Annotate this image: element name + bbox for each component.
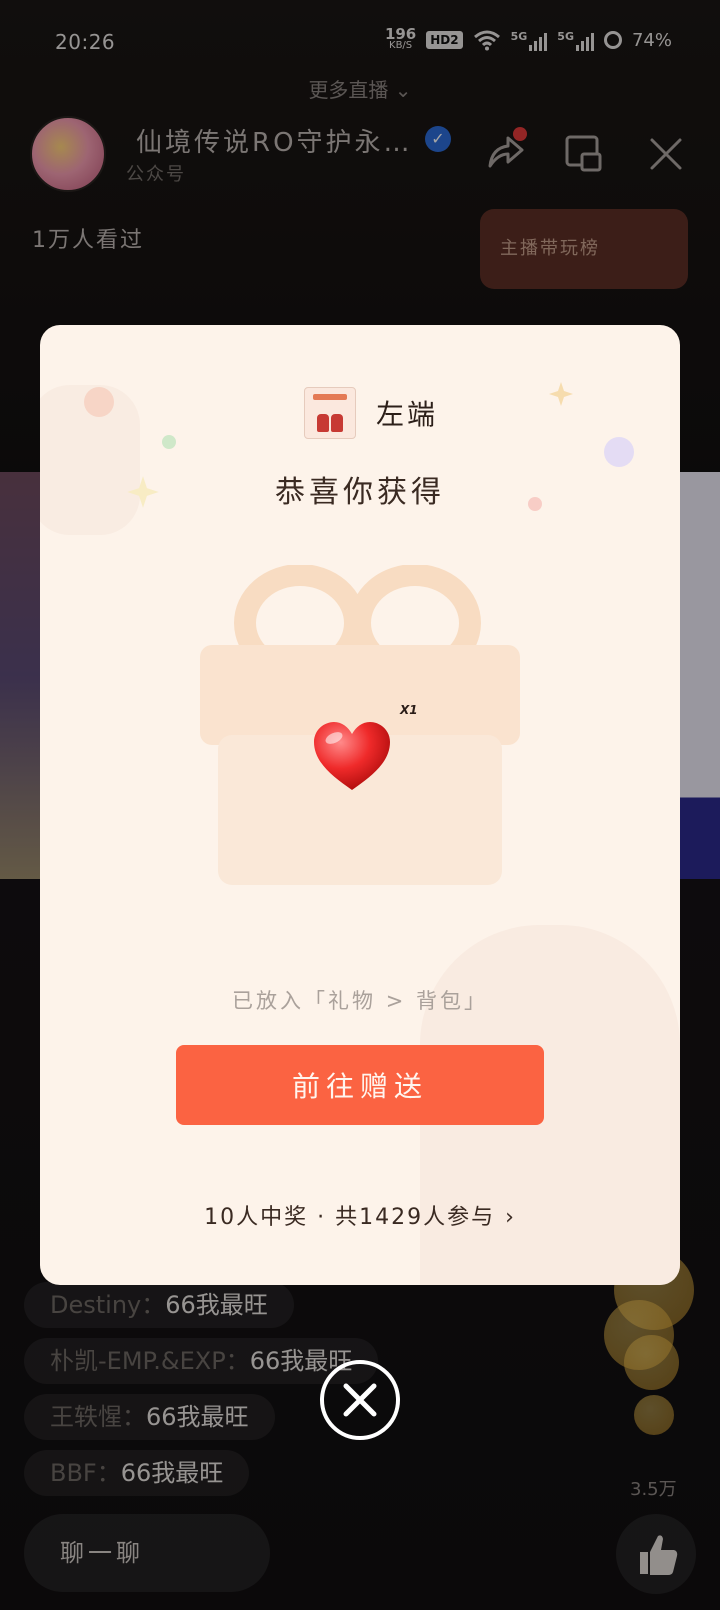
sponsor-name: 左端 bbox=[376, 398, 439, 431]
chevron-right-icon: › bbox=[505, 1205, 516, 1230]
winners-link[interactable]: 10人中奖 · 共1429人参与 › bbox=[40, 1199, 680, 1231]
prize-modal: 左端 恭喜你获得 X1 已放入「礼物 > 背包」 前往赠送 10人中奖 · 共1… bbox=[40, 325, 680, 1285]
gift-location-hint: 已放入「礼物 > 背包」 bbox=[232, 989, 488, 1013]
decor-dot bbox=[604, 437, 634, 467]
gift-quantity: X1 bbox=[400, 703, 418, 717]
decor-dot bbox=[162, 435, 176, 449]
sponsor-logo bbox=[304, 387, 356, 439]
heart-icon bbox=[314, 722, 390, 790]
modal-close-button[interactable] bbox=[320, 1360, 400, 1440]
winners-summary: 10人中奖 · 共1429人参与 bbox=[204, 1205, 496, 1230]
send-gift-button[interactable]: 前往赠送 bbox=[176, 1045, 544, 1125]
decor-shape bbox=[40, 385, 140, 535]
prize-sponsor: 左端 bbox=[304, 387, 438, 439]
modal-title: 恭喜你获得 bbox=[275, 475, 445, 510]
star-icon bbox=[549, 382, 573, 406]
close-icon bbox=[343, 1383, 377, 1417]
